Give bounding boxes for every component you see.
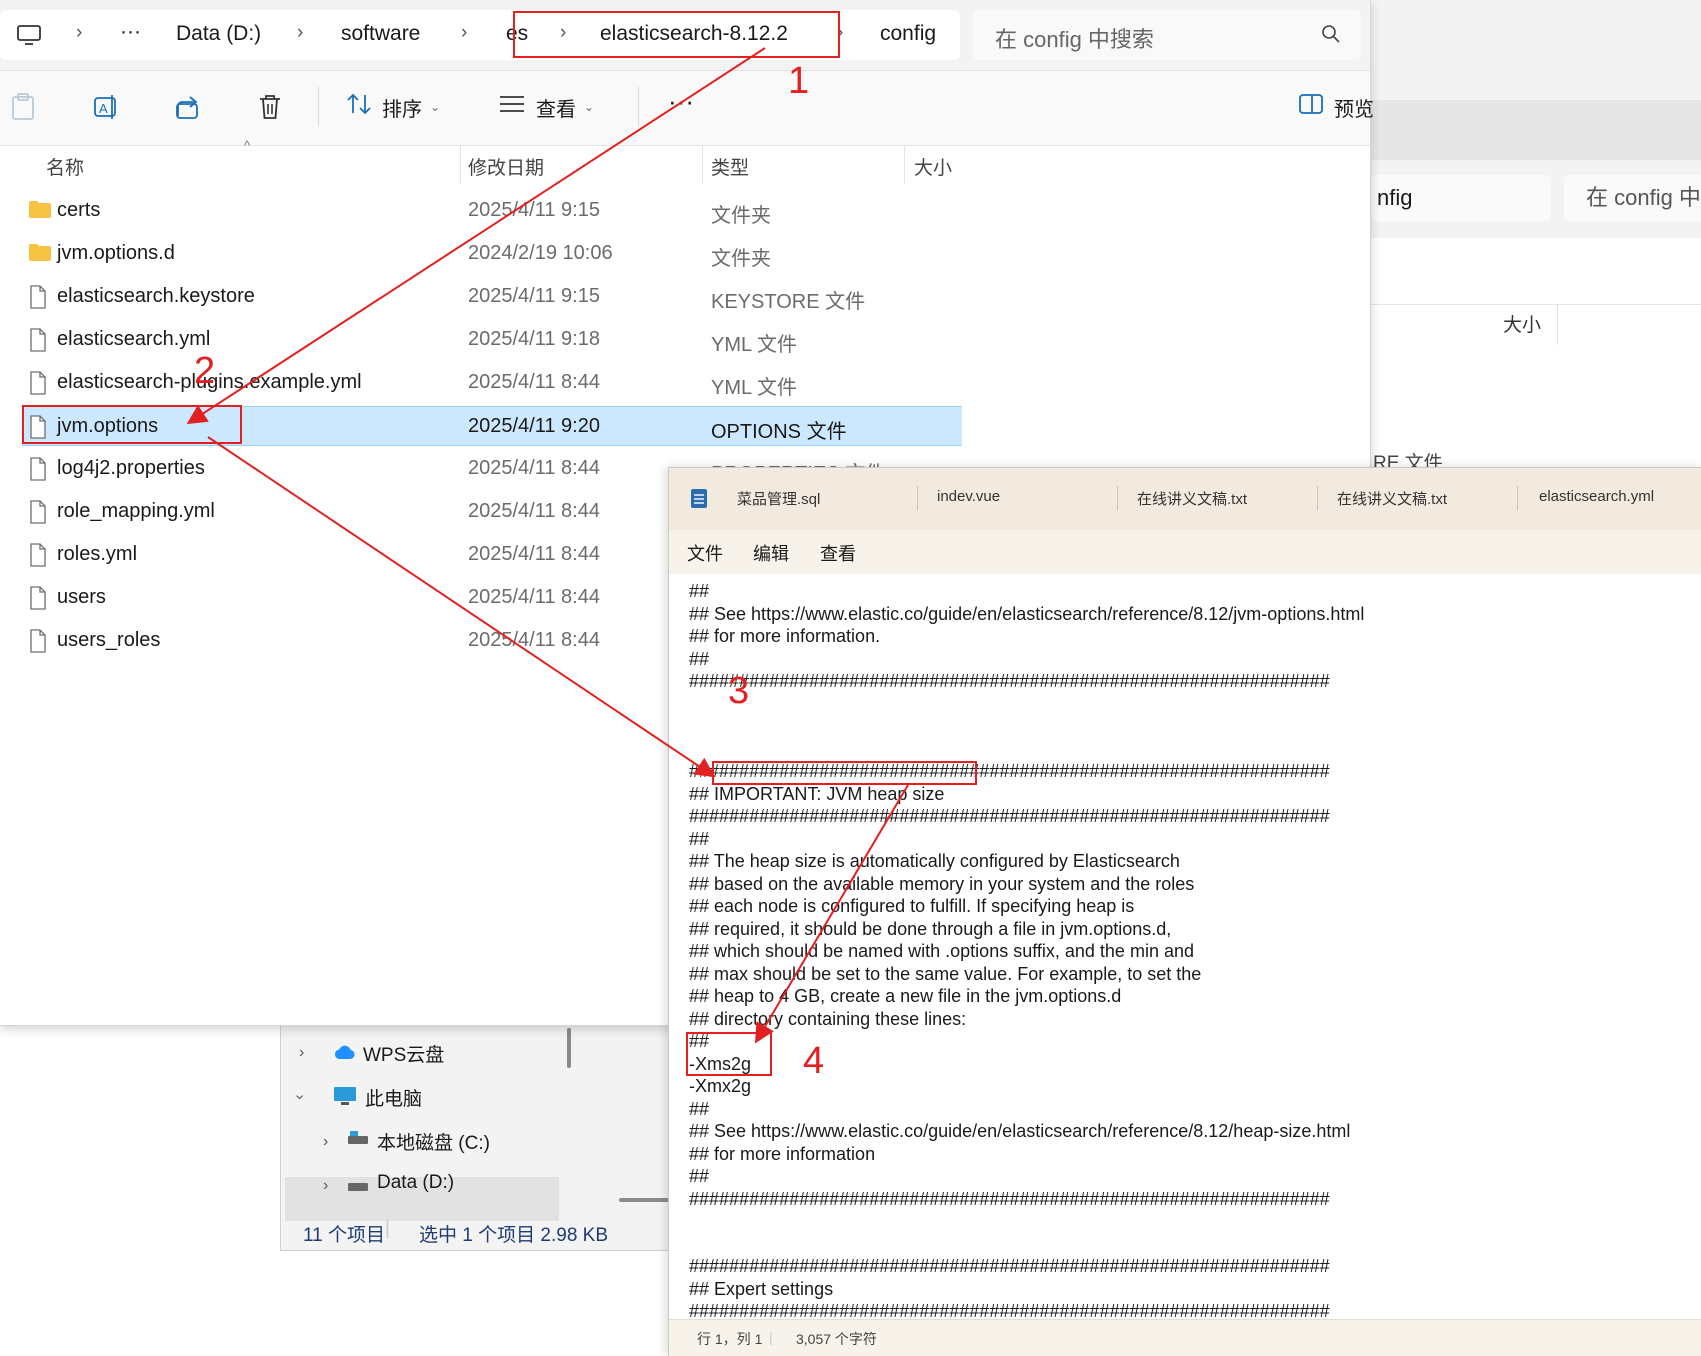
arrow-jvm-options-to-notepad [207, 436, 716, 778]
annotation-arrows [186, 47, 909, 1044]
arrow-heap-size-to-settings [754, 784, 909, 1044]
arrow-config-to-jvm-options [186, 47, 766, 425]
